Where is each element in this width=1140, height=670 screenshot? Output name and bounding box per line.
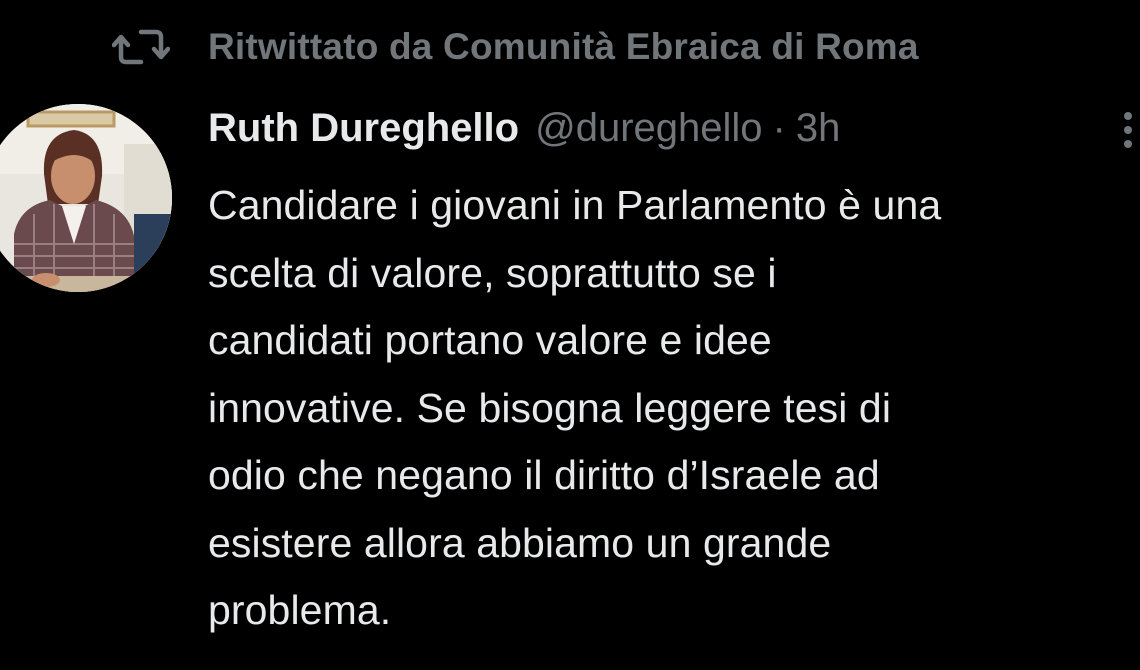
avatar-image bbox=[0, 104, 172, 292]
retweet-icon bbox=[112, 27, 174, 67]
tweet-text-line: innovative. Se bisogna leggere tesi di bbox=[208, 384, 892, 431]
author-handle[interactable]: @dureghello bbox=[535, 106, 762, 151]
more-options-button[interactable] bbox=[1118, 108, 1138, 156]
tweet-timestamp[interactable]: 3h bbox=[796, 106, 841, 151]
tweet-text-line: candidati portano valore e idee bbox=[208, 317, 772, 363]
header-separator: · bbox=[772, 106, 786, 150]
author-name[interactable]: Ruth Dureghello bbox=[208, 106, 519, 151]
tweet-text-line: Candidare i giovani in Parlamento è una bbox=[208, 182, 942, 228]
retweet-context[interactable]: Ritwittato da Comunità Ebraica di Roma bbox=[112, 22, 919, 72]
tweet-text: Candidare i giovani in Parlamento è una … bbox=[208, 172, 1133, 645]
avatar[interactable] bbox=[0, 104, 172, 292]
tweet-text-line: scelta di valore, soprattutto se i bbox=[208, 249, 777, 296]
more-vertical-icon bbox=[1124, 112, 1132, 148]
tweet-text-line: odio che negano il diritto d’Israele ad bbox=[208, 452, 880, 498]
tweet-text-line: esistere allora abbiamo un grande bbox=[208, 519, 832, 566]
tweet-text-line: problema. bbox=[208, 587, 392, 633]
retweet-label: Ritwittato da Comunità Ebraica di Roma bbox=[208, 26, 919, 67]
tweet-header: Ruth Dureghello @dureghello · 3h bbox=[208, 106, 840, 158]
